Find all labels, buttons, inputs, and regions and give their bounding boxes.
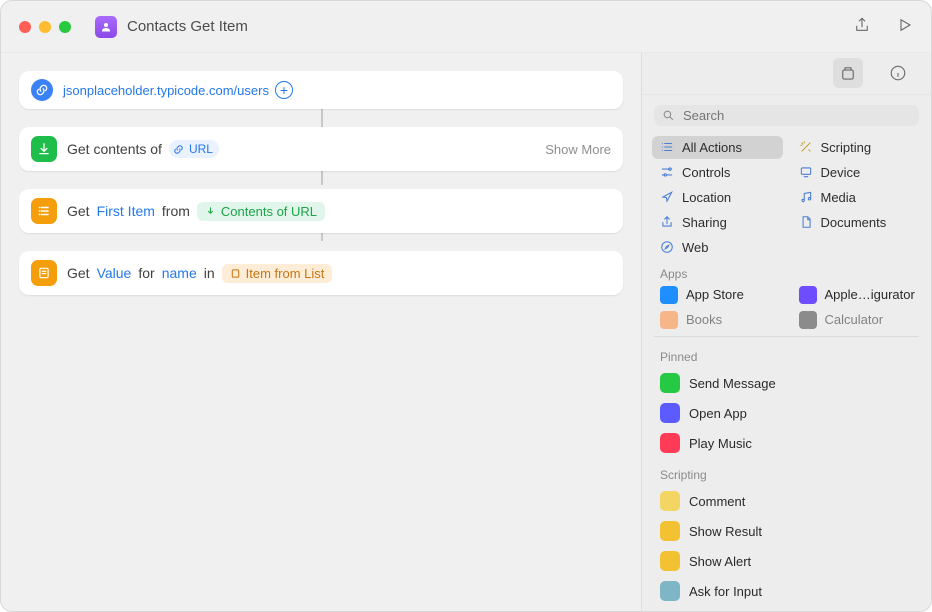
in-label: in: [204, 265, 215, 281]
list-icon: [660, 140, 674, 154]
contents-token[interactable]: Contents of URL: [197, 202, 325, 221]
category-controls[interactable]: Controls: [652, 161, 783, 184]
app-icon: [799, 311, 817, 329]
action-ask-for-input[interactable]: Ask for Input: [654, 576, 919, 606]
divider: [654, 336, 919, 337]
action-count[interactable]: Count: [654, 606, 919, 611]
list-icon: [31, 198, 57, 224]
share-icon: [660, 215, 674, 229]
action-show-result[interactable]: Show Result: [654, 516, 919, 546]
get-item-block[interactable]: Get First Item from Contents of URL: [19, 189, 623, 233]
category-documents[interactable]: Documents: [791, 211, 922, 234]
slider-icon: [660, 165, 674, 179]
share-icon: [853, 16, 871, 34]
categories-section: All Actions Scripting Controls Device Locati…: [642, 132, 931, 332]
pinned-open-app[interactable]: Open App: [654, 398, 919, 428]
action-icon: [660, 551, 680, 571]
minimize-window[interactable]: [39, 21, 51, 33]
action-icon: [660, 403, 680, 423]
first-item-param[interactable]: First Item: [97, 203, 155, 219]
app-app-store[interactable]: App Store: [652, 283, 783, 307]
url-token[interactable]: URL: [169, 140, 219, 158]
window-title: Contacts Get Item: [127, 18, 248, 35]
dict-icon: [31, 260, 57, 286]
url-action-block[interactable]: jsonplaceholder.typicode.com/users +: [19, 71, 623, 109]
action-comment[interactable]: Comment: [654, 486, 919, 516]
workflow-canvas[interactable]: jsonplaceholder.typicode.com/users + Get…: [1, 53, 641, 611]
device-icon: [799, 165, 813, 179]
category-web[interactable]: Web: [652, 236, 783, 259]
key-param[interactable]: name: [162, 265, 197, 281]
get-label: Get: [67, 203, 90, 219]
category-sharing[interactable]: Sharing: [652, 211, 783, 234]
music-icon: [799, 190, 813, 204]
from-label: from: [162, 203, 190, 219]
library-sidebar: All Actions Scripting Controls Device Locati…: [641, 53, 931, 611]
app-icon: [660, 286, 678, 304]
arrow-icon: [660, 190, 674, 204]
pinned-play-music[interactable]: Play Music: [654, 428, 919, 458]
value-param[interactable]: Value: [97, 265, 132, 281]
action-icon: [660, 433, 680, 453]
actions-section: Pinned Send MessageOpen AppPlay Music Sc…: [642, 340, 931, 611]
play-icon: [895, 16, 913, 34]
apps-header: Apps: [652, 259, 921, 283]
add-url-button[interactable]: +: [275, 81, 293, 99]
search-input[interactable]: [681, 107, 911, 124]
app-books[interactable]: Books: [652, 308, 783, 332]
titlebar: Contacts Get Item: [1, 1, 931, 53]
app-apple-igurator[interactable]: Apple…igurator: [791, 283, 922, 307]
get-contents-block[interactable]: Get contents of URL Show More: [19, 127, 623, 171]
body: jsonplaceholder.typicode.com/users + Get…: [1, 53, 931, 611]
connector: [321, 109, 323, 129]
category-media[interactable]: Media: [791, 186, 922, 209]
url-icon: [31, 79, 53, 101]
category-location[interactable]: Location: [652, 186, 783, 209]
url-value[interactable]: jsonplaceholder.typicode.com/users: [63, 83, 269, 98]
info-icon: [889, 64, 907, 82]
search-icon: [662, 109, 675, 122]
sidebar-tabs: [642, 53, 931, 95]
pinned-send-message[interactable]: Send Message: [654, 368, 919, 398]
library-icon: [839, 64, 857, 82]
safari-icon: [660, 240, 674, 254]
category-device[interactable]: Device: [791, 161, 922, 184]
share-button[interactable]: [853, 16, 871, 37]
get-label: Get: [67, 265, 90, 281]
window-controls: [19, 21, 71, 33]
category-scripting[interactable]: Scripting: [791, 136, 922, 159]
app-calculator[interactable]: Calculator: [791, 308, 922, 332]
search-field[interactable]: [654, 105, 919, 126]
app-window: Contacts Get Item jsonplaceholder.typico…: [0, 0, 932, 612]
action-icon: [660, 373, 680, 393]
get-contents-label: Get contents of: [67, 141, 162, 157]
download-icon: [31, 136, 57, 162]
app-icon: [660, 311, 678, 329]
for-label: for: [138, 265, 154, 281]
category-all-actions[interactable]: All Actions: [652, 136, 783, 159]
app-icon: [799, 286, 817, 304]
contacts-icon: [100, 21, 112, 33]
shortcut-icon: [95, 16, 117, 38]
pinned-header: Pinned: [654, 340, 919, 368]
action-icon: [660, 581, 680, 601]
action-show-alert[interactable]: Show Alert: [654, 546, 919, 576]
scripting-header: Scripting: [654, 458, 919, 486]
library-tab[interactable]: [833, 58, 863, 88]
info-tab[interactable]: [883, 58, 913, 88]
wand-icon: [799, 140, 813, 154]
doc-icon: [799, 215, 813, 229]
show-more-button[interactable]: Show More: [545, 142, 611, 157]
action-icon: [660, 491, 680, 511]
close-window[interactable]: [19, 21, 31, 33]
zoom-window[interactable]: [59, 21, 71, 33]
action-icon: [660, 521, 680, 541]
item-token[interactable]: Item from List: [222, 264, 333, 283]
run-button[interactable]: [895, 16, 913, 37]
get-value-block[interactable]: Get Value for name in Item from List: [19, 251, 623, 295]
